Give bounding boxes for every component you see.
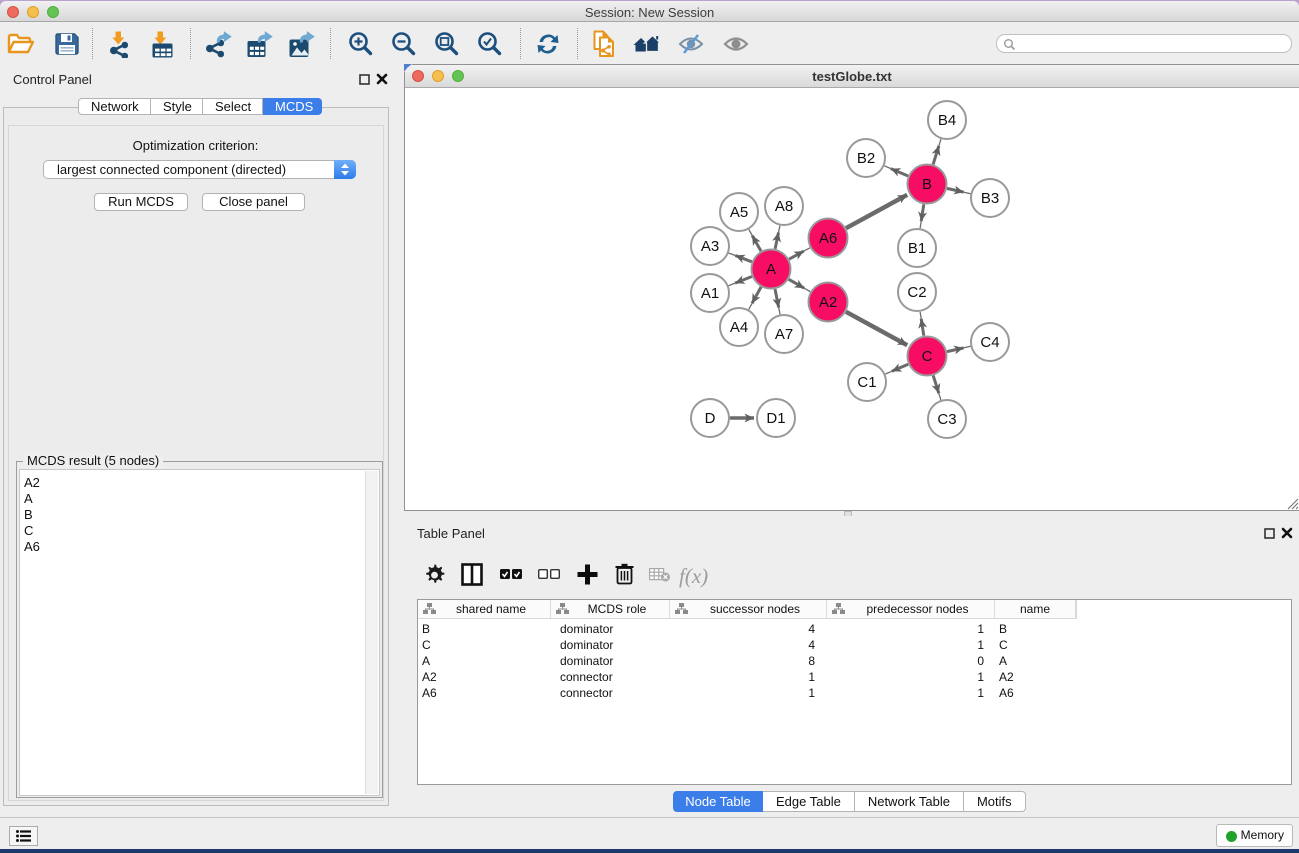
- svg-text:C3: C3: [937, 411, 956, 428]
- svg-text:A8: A8: [775, 198, 793, 215]
- svg-text:A5: A5: [730, 204, 748, 221]
- svg-text:C4: C4: [980, 334, 999, 351]
- svg-text:A3: A3: [701, 238, 719, 255]
- svg-text:A6: A6: [819, 230, 837, 247]
- svg-text:B2: B2: [857, 150, 875, 167]
- svg-text:A4: A4: [730, 319, 748, 336]
- svg-text:D1: D1: [766, 410, 785, 427]
- svg-text:A2: A2: [819, 294, 837, 311]
- svg-text:C1: C1: [857, 374, 876, 391]
- svg-text:C: C: [922, 348, 933, 365]
- svg-text:A7: A7: [775, 326, 793, 343]
- svg-text:D: D: [705, 410, 716, 427]
- svg-text:B1: B1: [908, 240, 926, 257]
- svg-text:A: A: [766, 261, 776, 278]
- svg-text:C2: C2: [907, 284, 926, 301]
- svg-text:B: B: [922, 176, 932, 193]
- svg-text:A1: A1: [701, 285, 719, 302]
- svg-text:B3: B3: [981, 190, 999, 207]
- svg-text:B4: B4: [938, 112, 956, 129]
